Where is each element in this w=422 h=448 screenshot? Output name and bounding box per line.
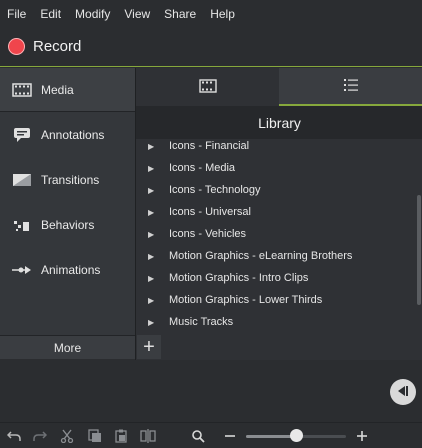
list-item[interactable]: ▶ Motion Graphics - Intro Clips <box>136 267 416 289</box>
tab-library[interactable] <box>279 68 422 106</box>
split-icon[interactable] <box>140 428 156 444</box>
copy-icon[interactable] <box>87 428 103 444</box>
sidebar-item-annotations[interactable]: Annotations <box>0 113 135 157</box>
sidebar-item-label: Transitions <box>41 173 100 187</box>
chevron-right-icon[interactable]: ▶ <box>148 296 158 305</box>
record-label: Record <box>33 38 82 55</box>
filmstrip-icon <box>198 78 217 96</box>
library-list: ▶ Icons - Financial ▶ Icons - Media ▶ Icons… <box>136 140 416 334</box>
record-bar: Record <box>0 27 422 67</box>
menu-modify[interactable]: Modify <box>75 7 110 21</box>
zoom-in-icon[interactable] <box>354 428 370 444</box>
zoom-slider-thumb[interactable] <box>289 429 303 442</box>
sidebar-divider <box>0 111 135 112</box>
panel-tabs <box>136 68 422 106</box>
behaviors-icon <box>11 216 33 234</box>
zoom-out-icon[interactable] <box>222 428 238 444</box>
library-title: Library <box>136 106 422 139</box>
media-panel: Library ▶ Icons - Financial ▶ Icons - Medi… <box>135 68 422 360</box>
sidebar-item-media[interactable]: Media <box>0 68 135 112</box>
filmstrip-icon <box>11 81 33 99</box>
collapse-properties-button[interactable] <box>390 379 416 405</box>
plus-icon: + <box>143 335 155 358</box>
paste-icon[interactable] <box>113 428 129 444</box>
list-item[interactable]: ▶ Icons - Media <box>136 157 416 179</box>
collapse-arrow-icon <box>395 384 411 401</box>
list-icon <box>343 77 359 96</box>
menu-edit[interactable]: Edit <box>40 7 61 21</box>
chevron-right-icon[interactable]: ▶ <box>148 318 158 327</box>
zoom-slider-fill <box>246 435 296 438</box>
chevron-right-icon[interactable]: ▶ <box>148 142 158 151</box>
menu-share[interactable]: Share <box>164 7 196 21</box>
sidebar-item-label: Animations <box>41 263 101 277</box>
menu-help[interactable]: Help <box>210 7 235 21</box>
sidebar-item-label: Media <box>41 83 74 97</box>
scrollbar-thumb[interactable] <box>417 195 421 305</box>
add-to-library-button[interactable]: + <box>137 335 161 359</box>
speech-bubble-icon <box>11 126 33 144</box>
list-item[interactable]: ▶ Motion Graphics - eLearning Brothers <box>136 245 416 267</box>
list-item[interactable]: ▶ Icons - Financial <box>136 140 416 157</box>
menu-bar: File Edit Modify View Share Help <box>0 0 422 27</box>
redo-icon[interactable] <box>32 428 48 444</box>
sidebar-item-behaviors[interactable]: Behaviors <box>0 203 135 247</box>
sidebar-item-animations[interactable]: Animations <box>0 248 135 292</box>
record-button[interactable]: Record <box>8 38 81 55</box>
list-item[interactable]: ▶ Icons - Technology <box>136 179 416 201</box>
record-dot-icon <box>8 38 25 55</box>
sidebar-item-transitions[interactable]: Transitions <box>0 158 135 202</box>
chevron-right-icon[interactable]: ▶ <box>148 164 158 173</box>
list-item[interactable]: ▶ Motion Graphics - Lower Thirds <box>136 289 416 311</box>
cut-icon[interactable] <box>59 428 75 444</box>
menu-file[interactable]: File <box>7 7 26 21</box>
list-item[interactable]: ▶ Music Tracks <box>136 311 416 333</box>
sidebar-item-label: Annotations <box>41 128 105 142</box>
library-scrollbar[interactable] <box>416 140 422 360</box>
chevron-right-icon[interactable]: ▶ <box>148 186 158 195</box>
chevron-right-icon[interactable]: ▶ <box>148 230 158 239</box>
zoom-search-icon[interactable] <box>190 428 206 444</box>
chevron-right-icon[interactable]: ▶ <box>148 252 158 261</box>
tab-media-bin[interactable] <box>136 68 279 106</box>
list-item[interactable]: ▶ Icons - Universal <box>136 201 416 223</box>
chevron-right-icon[interactable]: ▶ <box>148 208 158 217</box>
undo-icon[interactable] <box>6 428 22 444</box>
canvas-area <box>0 360 422 422</box>
tools-sidebar: Media Annotations Transitions Behaviors … <box>0 68 135 335</box>
timeline-toolbar <box>0 422 422 448</box>
menu-view[interactable]: View <box>124 7 150 21</box>
more-button[interactable]: More <box>0 335 135 359</box>
list-item[interactable]: ▶ Icons - Vehicles <box>136 223 416 245</box>
sidebar-item-label: Behaviors <box>41 218 95 232</box>
chevron-right-icon[interactable]: ▶ <box>148 274 158 283</box>
transition-icon <box>11 171 33 189</box>
animation-arrow-icon <box>11 261 33 279</box>
